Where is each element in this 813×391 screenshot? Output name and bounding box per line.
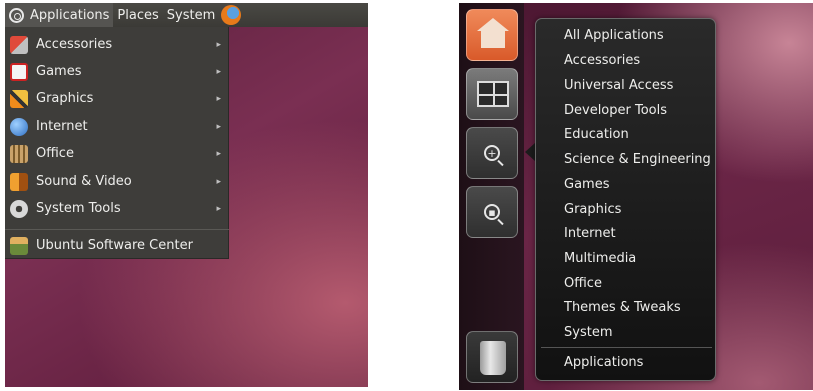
workspaces-icon[interactable] (466, 68, 518, 120)
unity-desktop: + ▪ All Applications Accessories Univers… (459, 3, 813, 390)
menu-item-label: Ubuntu Software Center (36, 238, 193, 253)
plus-magnifier-icon: + (484, 145, 500, 161)
quicklist-item[interactable]: Office (564, 276, 602, 291)
quicklist-item[interactable]: Universal Access (564, 78, 673, 93)
applications-menu-label: Applications (30, 7, 110, 23)
home-folder-icon[interactable] (466, 9, 518, 61)
menu-separator (5, 229, 229, 230)
submenu-arrow-icon: ▸ (216, 176, 221, 187)
quicklist-item[interactable]: Accessories (564, 53, 640, 68)
submenu-arrow-icon: ▸ (216, 203, 221, 214)
quicklist-item[interactable]: Multimedia (564, 251, 636, 266)
firefox-launcher-icon[interactable] (221, 5, 242, 25)
menu-item-label: Office (36, 146, 74, 161)
graphics-icon (10, 89, 28, 108)
menu-item-games[interactable]: Games ▸ (5, 58, 229, 85)
menu-item-label: Accessories (36, 37, 113, 52)
quicklist-item[interactable]: Graphics (564, 202, 621, 217)
menu-item-label: System Tools (36, 201, 121, 216)
menu-item-internet[interactable]: Internet ▸ (5, 113, 229, 140)
applications-quicklist: All Applications Accessories Universal A… (535, 18, 716, 381)
quicklist-item[interactable]: Games (564, 177, 609, 192)
system-menu-button[interactable]: System (163, 3, 219, 27)
top-panel: Applications Places System (5, 3, 368, 27)
quicklist-footer-applications[interactable]: Applications (564, 355, 643, 370)
trash-icon[interactable] (466, 331, 518, 383)
office-icon (10, 144, 28, 163)
menu-item-office[interactable]: Office ▸ (5, 140, 229, 167)
menu-item-accessories[interactable]: Accessories ▸ (5, 31, 229, 58)
submenu-arrow-icon: ▸ (216, 39, 221, 50)
ubuntu-logo-icon (9, 7, 24, 23)
quicklist-item[interactable]: Science & Engineering (564, 152, 711, 167)
menu-item-ubuntu-software-center[interactable]: Ubuntu Software Center (5, 232, 229, 259)
menu-item-label: Games (36, 64, 82, 79)
accessories-icon (10, 35, 28, 54)
files-lens-icon[interactable]: ▪ (466, 186, 518, 238)
games-icon (10, 62, 28, 81)
submenu-arrow-icon: ▸ (216, 148, 221, 159)
trash-bin (480, 341, 506, 375)
house-body (481, 30, 505, 48)
quicklist-item[interactable]: Developer Tools (564, 103, 667, 118)
workspace-grid (477, 81, 509, 107)
submenu-arrow-icon: ▸ (216, 93, 221, 104)
quicklist-item[interactable]: Internet (564, 226, 616, 241)
submenu-arrow-icon: ▸ (216, 121, 221, 132)
system-tools-icon (10, 199, 28, 218)
internet-icon (10, 117, 28, 136)
software-center-icon (10, 236, 28, 255)
places-menu-label: Places (117, 7, 159, 23)
menu-item-label: Sound & Video (36, 174, 132, 189)
quicklist-item[interactable]: System (564, 325, 612, 340)
menu-item-graphics[interactable]: Graphics ▸ (5, 85, 229, 112)
applications-dropdown: Accessories ▸ Games ▸ Graphics ▸ Interne… (5, 27, 229, 259)
gnome-desktop: Applications Places System Accessories ▸… (5, 3, 368, 387)
quicklist-item[interactable]: All Applications (564, 28, 664, 43)
unity-launcher: + ▪ (459, 3, 524, 390)
system-menu-label: System (166, 7, 216, 23)
quicklist-separator (541, 347, 712, 348)
quicklist-item[interactable]: Themes & Tweaks (564, 300, 681, 315)
applications-lens-icon[interactable]: + (466, 127, 518, 179)
quicklist-pointer (525, 143, 535, 161)
menu-item-system-tools[interactable]: System Tools ▸ (5, 195, 229, 222)
places-menu-button[interactable]: Places (113, 3, 162, 27)
menu-item-label: Graphics (36, 91, 94, 106)
document-magnifier-icon: ▪ (484, 204, 500, 220)
applications-menu-button[interactable]: Applications (5, 3, 114, 27)
sound-video-icon (10, 172, 28, 191)
menu-item-sound-video[interactable]: Sound & Video ▸ (5, 168, 229, 195)
quicklist-item[interactable]: Education (564, 127, 629, 142)
menu-item-label: Internet (36, 119, 88, 134)
submenu-arrow-icon: ▸ (216, 66, 221, 77)
